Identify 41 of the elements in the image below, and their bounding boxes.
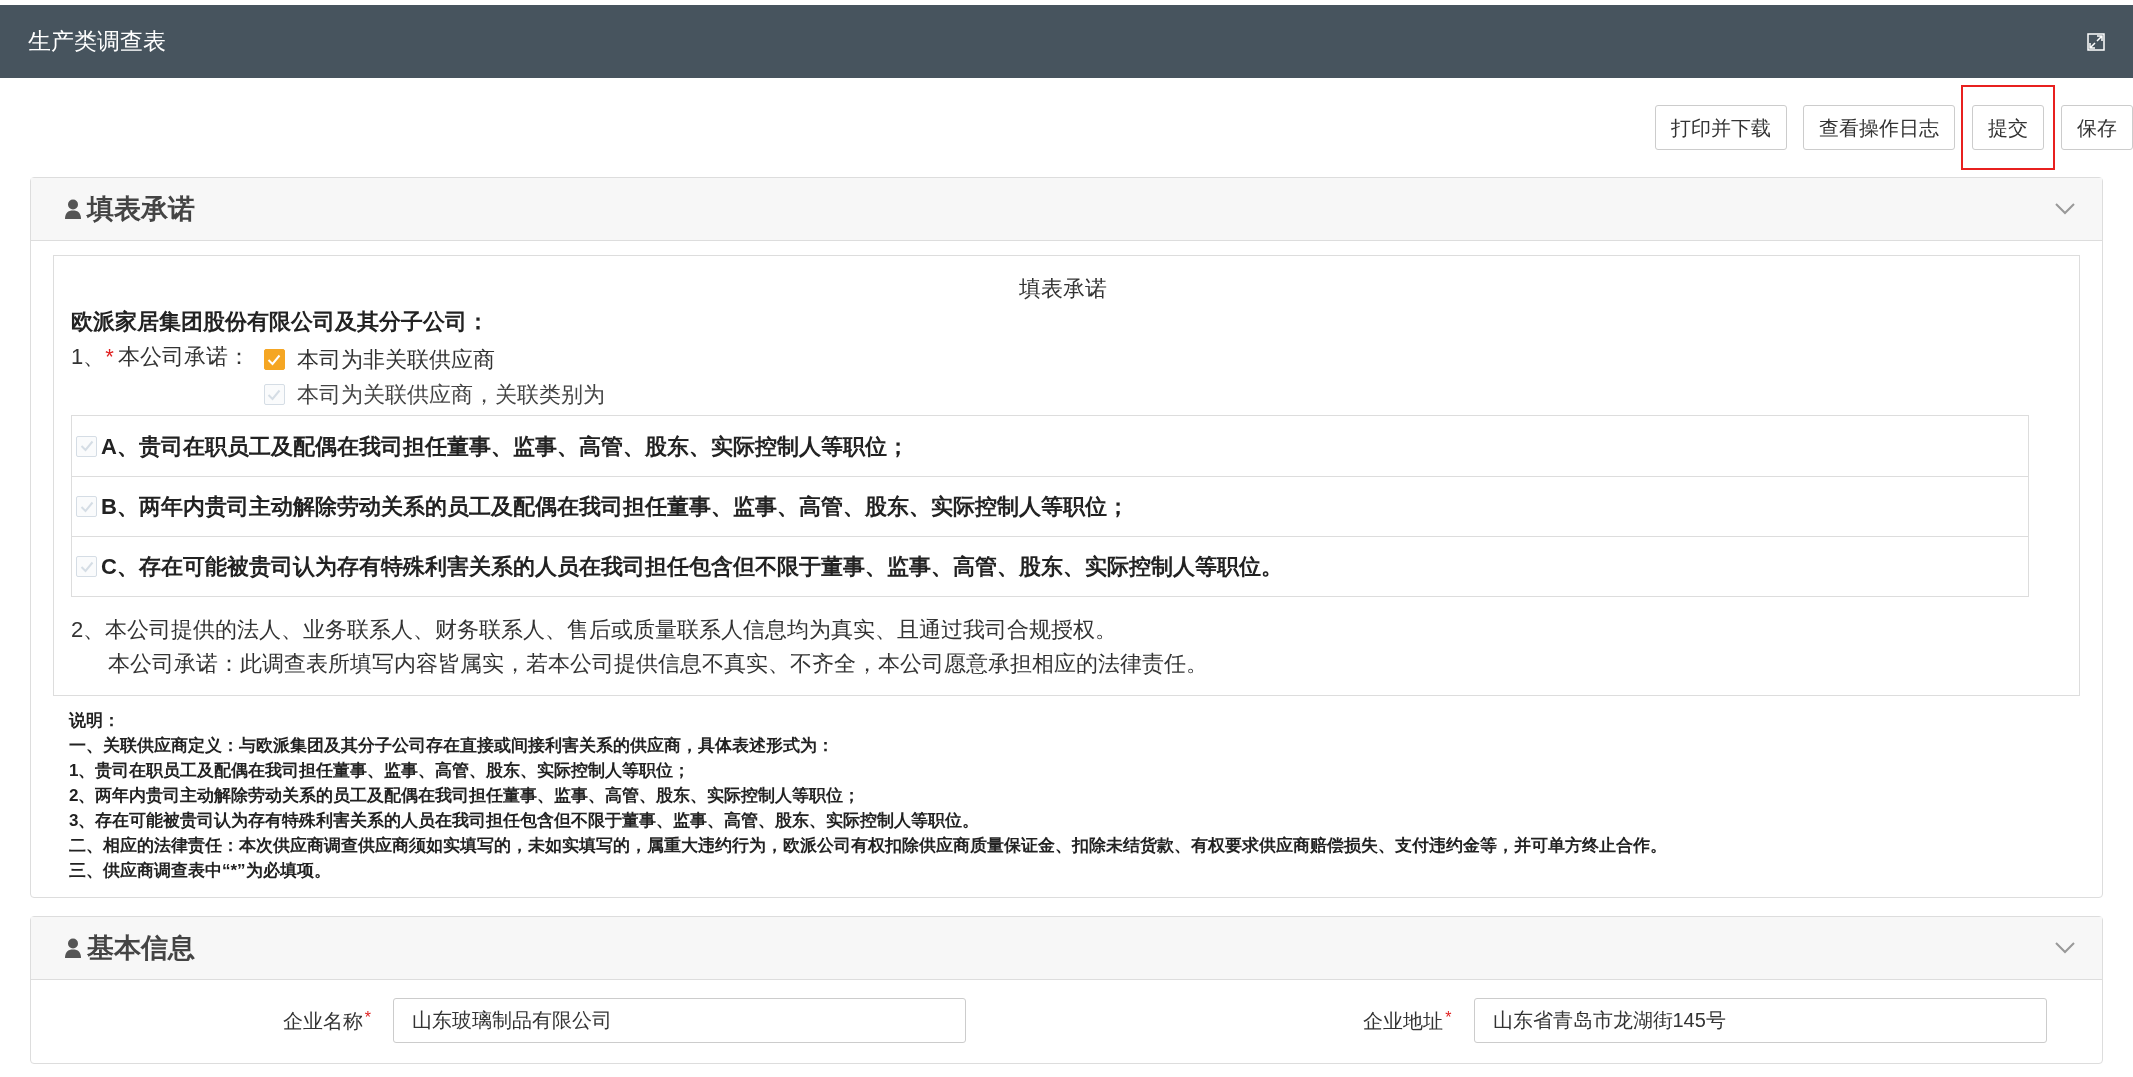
category-label: A、贵司在职员工及配偶在我司担任董事、监事、高管、股东、实际控制人等职位； xyxy=(101,432,909,461)
user-icon xyxy=(65,199,81,219)
input-field[interactable]: 山东玻璃制品有限公司 xyxy=(393,998,966,1043)
note-text: 3、存在可能被贵司认为存有特殊利害关系的人员在我司担任包含但不限于董事、监事、高管、股东、实际控制人等职位。 xyxy=(69,811,980,830)
panel-header[interactable]: 填表承诺 xyxy=(31,178,2102,241)
expand-icon[interactable] xyxy=(2087,32,2105,51)
toolbar-button[interactable]: 保存 xyxy=(2061,105,2133,150)
collapse-chevron-icon[interactable] xyxy=(2054,941,2076,955)
required-mark: * xyxy=(364,1007,371,1028)
user-icon xyxy=(65,938,81,958)
category-label: B、两年内贵司主动解除劳动关系的员工及配偶在我司担任董事、监事、高管、股东、实际控制人等职位； xyxy=(101,493,1129,521)
collapse-chevron-icon[interactable] xyxy=(2054,202,2076,216)
field-label: 企业地址 xyxy=(1363,1008,1444,1034)
window-title: 生产类调查表 xyxy=(28,27,166,57)
note-text: 说明： xyxy=(69,711,120,730)
option-label: 本司为非关联供应商 xyxy=(296,346,495,374)
panel-title: 填表承诺 xyxy=(87,192,195,226)
toolbar-button[interactable]: 提交 xyxy=(1972,105,2044,150)
addressee-text: 欧派家居集团股份有限公司及其分子公司： xyxy=(71,308,489,336)
note-text: 一、关联供应商定义：与欧派集团及其分子公司存在直接或间接利害关系的供应商，具体表述形式为： xyxy=(69,736,834,755)
toolbar-button[interactable]: 打印并下载 xyxy=(1655,105,1787,150)
required-mark: * xyxy=(1445,1007,1452,1028)
panel-title: 基本信息 xyxy=(87,931,195,965)
category-label: C、存在可能被贵司认为存有特殊利害关系的人员在我司担任包含但不限于董事、监事、高管、股东、实际控制人等职位。 xyxy=(101,553,1283,581)
field-label: 企业名称 xyxy=(282,1008,363,1034)
checkbox[interactable] xyxy=(263,349,285,370)
panel-header[interactable]: 基本信息 xyxy=(31,917,2102,980)
note-text: 2、两年内贵司主动解除劳动关系的员工及配偶在我司担任董事、监事、高管、股东、实际控制人等职位； xyxy=(69,786,861,805)
option-label: 本司为关联供应商，关联类别为 xyxy=(296,381,605,409)
note-text: 1、贵司在职员工及配偶在我司担任董事、监事、高管、股东、实际控制人等职位； xyxy=(69,761,691,780)
required-mark: * xyxy=(105,344,114,369)
box-heading: 填表承诺 xyxy=(1019,275,1107,303)
checkmark-icon xyxy=(79,440,94,452)
note-text: 三、供应商调查表中“*”为必填项。 xyxy=(69,861,331,880)
toolbar-button[interactable]: 查看操作日志 xyxy=(1803,105,1955,150)
note-text: 二、相应的法律责任：本次供应商调查供应商须如实填写的，未如实填写的，属重大违约行为，欧派公司有权扣除供应商质量保证金、扣除未结货款、有权要求供应商赔偿损失、支付违约金等，并可单方终止合作。 xyxy=(69,836,1667,855)
commitment-text: 2、本公司提供的法人、业务联系人、财务联系人、售后或质量联系人信息均为真实、且通过我司合规授权。 xyxy=(71,616,1118,644)
checkmark-icon xyxy=(267,353,282,366)
commitment-label: 1、* 本公司承诺： xyxy=(71,343,250,371)
commitment-text: 本公司承诺：此调查表所填写内容皆属实，若本公司提供信息不真实、不齐全，本公司愿意承担相应的法律责任。 xyxy=(107,650,1208,678)
input-field[interactable]: 山东省青岛市龙湖街145号 xyxy=(1473,998,2047,1043)
